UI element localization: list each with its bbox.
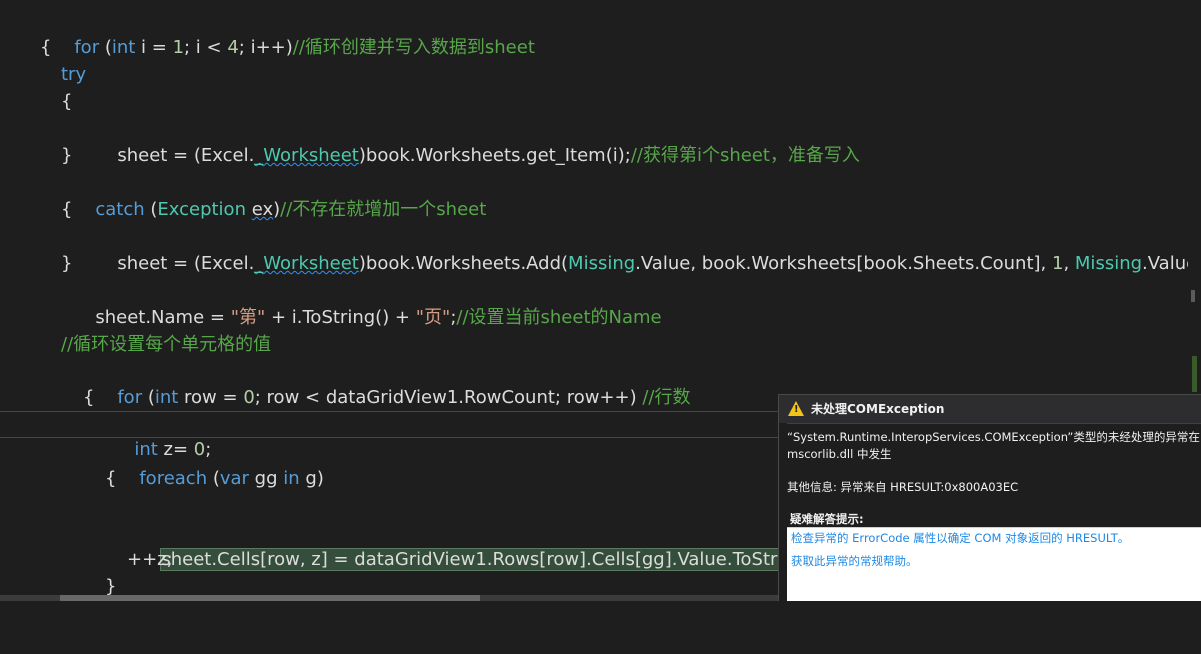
- troubleshooting-tips-label: 疑难解答提示:: [790, 512, 864, 526]
- popup-edge: [779, 423, 787, 601]
- scrollbar-marker: [1191, 290, 1195, 302]
- comment: //设置当前sheet的Name: [456, 307, 662, 328]
- comment: //循环设置每个单元格的值: [61, 334, 272, 355]
- code-line[interactable]: {: [0, 34, 1201, 61]
- code-text: ++z;: [127, 549, 173, 570]
- keyword: try: [61, 64, 87, 85]
- string: "页": [415, 307, 451, 328]
- exception-other-info: 其他信息: 异常来自 HRESULT:0x800A03EC: [787, 480, 1019, 494]
- code-line[interactable]: sheet = (Excel._Worksheet)book.Worksheet…: [0, 223, 1201, 274]
- code-line[interactable]: for (int row = 0; row < dataGridView1.Ro…: [0, 357, 1201, 408]
- code-line[interactable]: {: [0, 196, 1201, 223]
- scrollbar-marker: [1192, 356, 1197, 392]
- exception-header[interactable]: ! 未处理COMException: [779, 395, 1201, 424]
- exception-message-line: mscorlib.dll 中发生: [787, 447, 892, 461]
- code-line[interactable]: }: [0, 250, 1201, 277]
- exception-helper-popup[interactable]: ! 未处理COMException “System.Runtime.Intero…: [778, 394, 1201, 601]
- code-line[interactable]: sheet = (Excel._Worksheet)book.Worksheet…: [0, 115, 1201, 166]
- code-line[interactable]: sheet.Name = "第" + i.ToString() + "页";//…: [0, 277, 1201, 328]
- code-text: {: [40, 37, 52, 58]
- code-text: sheet.Name =: [95, 307, 231, 328]
- code-text: }: [61, 253, 73, 274]
- troubleshooting-tip-link[interactable]: 检查异常的 ErrorCode 属性以确定 COM 对象返回的 HRESULT。: [791, 530, 1129, 546]
- horizontal-scrollbar[interactable]: [0, 595, 787, 601]
- code-text: {: [61, 91, 73, 112]
- warning-icon-mark: !: [794, 404, 799, 415]
- code-line[interactable]: //循环设置每个单元格的值: [0, 331, 1201, 358]
- horizontal-scrollbar-thumb[interactable]: [60, 595, 480, 601]
- code-line[interactable]: try: [0, 61, 1201, 88]
- code-line[interactable]: {: [0, 88, 1201, 115]
- code-text: }: [61, 145, 73, 166]
- exception-details: “System.Runtime.InteropServices.COMExcep…: [787, 429, 1201, 496]
- exception-message-line: “System.Runtime.InteropServices.COMExcep…: [787, 430, 1200, 444]
- code-line[interactable]: }: [0, 142, 1201, 169]
- code-line[interactable]: for (int i = 1; i < 4; i++)//循环创建并写入数据到s…: [0, 7, 1201, 58]
- troubleshooting-tips-list: 检查异常的 ErrorCode 属性以确定 COM 对象返回的 HRESULT。…: [787, 527, 1201, 601]
- code-line[interactable]: catch (Exception ex)//不存在就增加一个sheet: [0, 169, 1201, 220]
- code-text: {: [61, 199, 73, 220]
- troubleshooting-tip-link[interactable]: 获取此异常的常规帮助。: [791, 553, 918, 569]
- code-text: {: [83, 387, 95, 408]
- code-text: + i.ToString() +: [265, 307, 416, 328]
- exception-title: 未处理COMException: [811, 402, 945, 416]
- string: "第": [230, 307, 266, 328]
- code-text: {: [105, 468, 117, 489]
